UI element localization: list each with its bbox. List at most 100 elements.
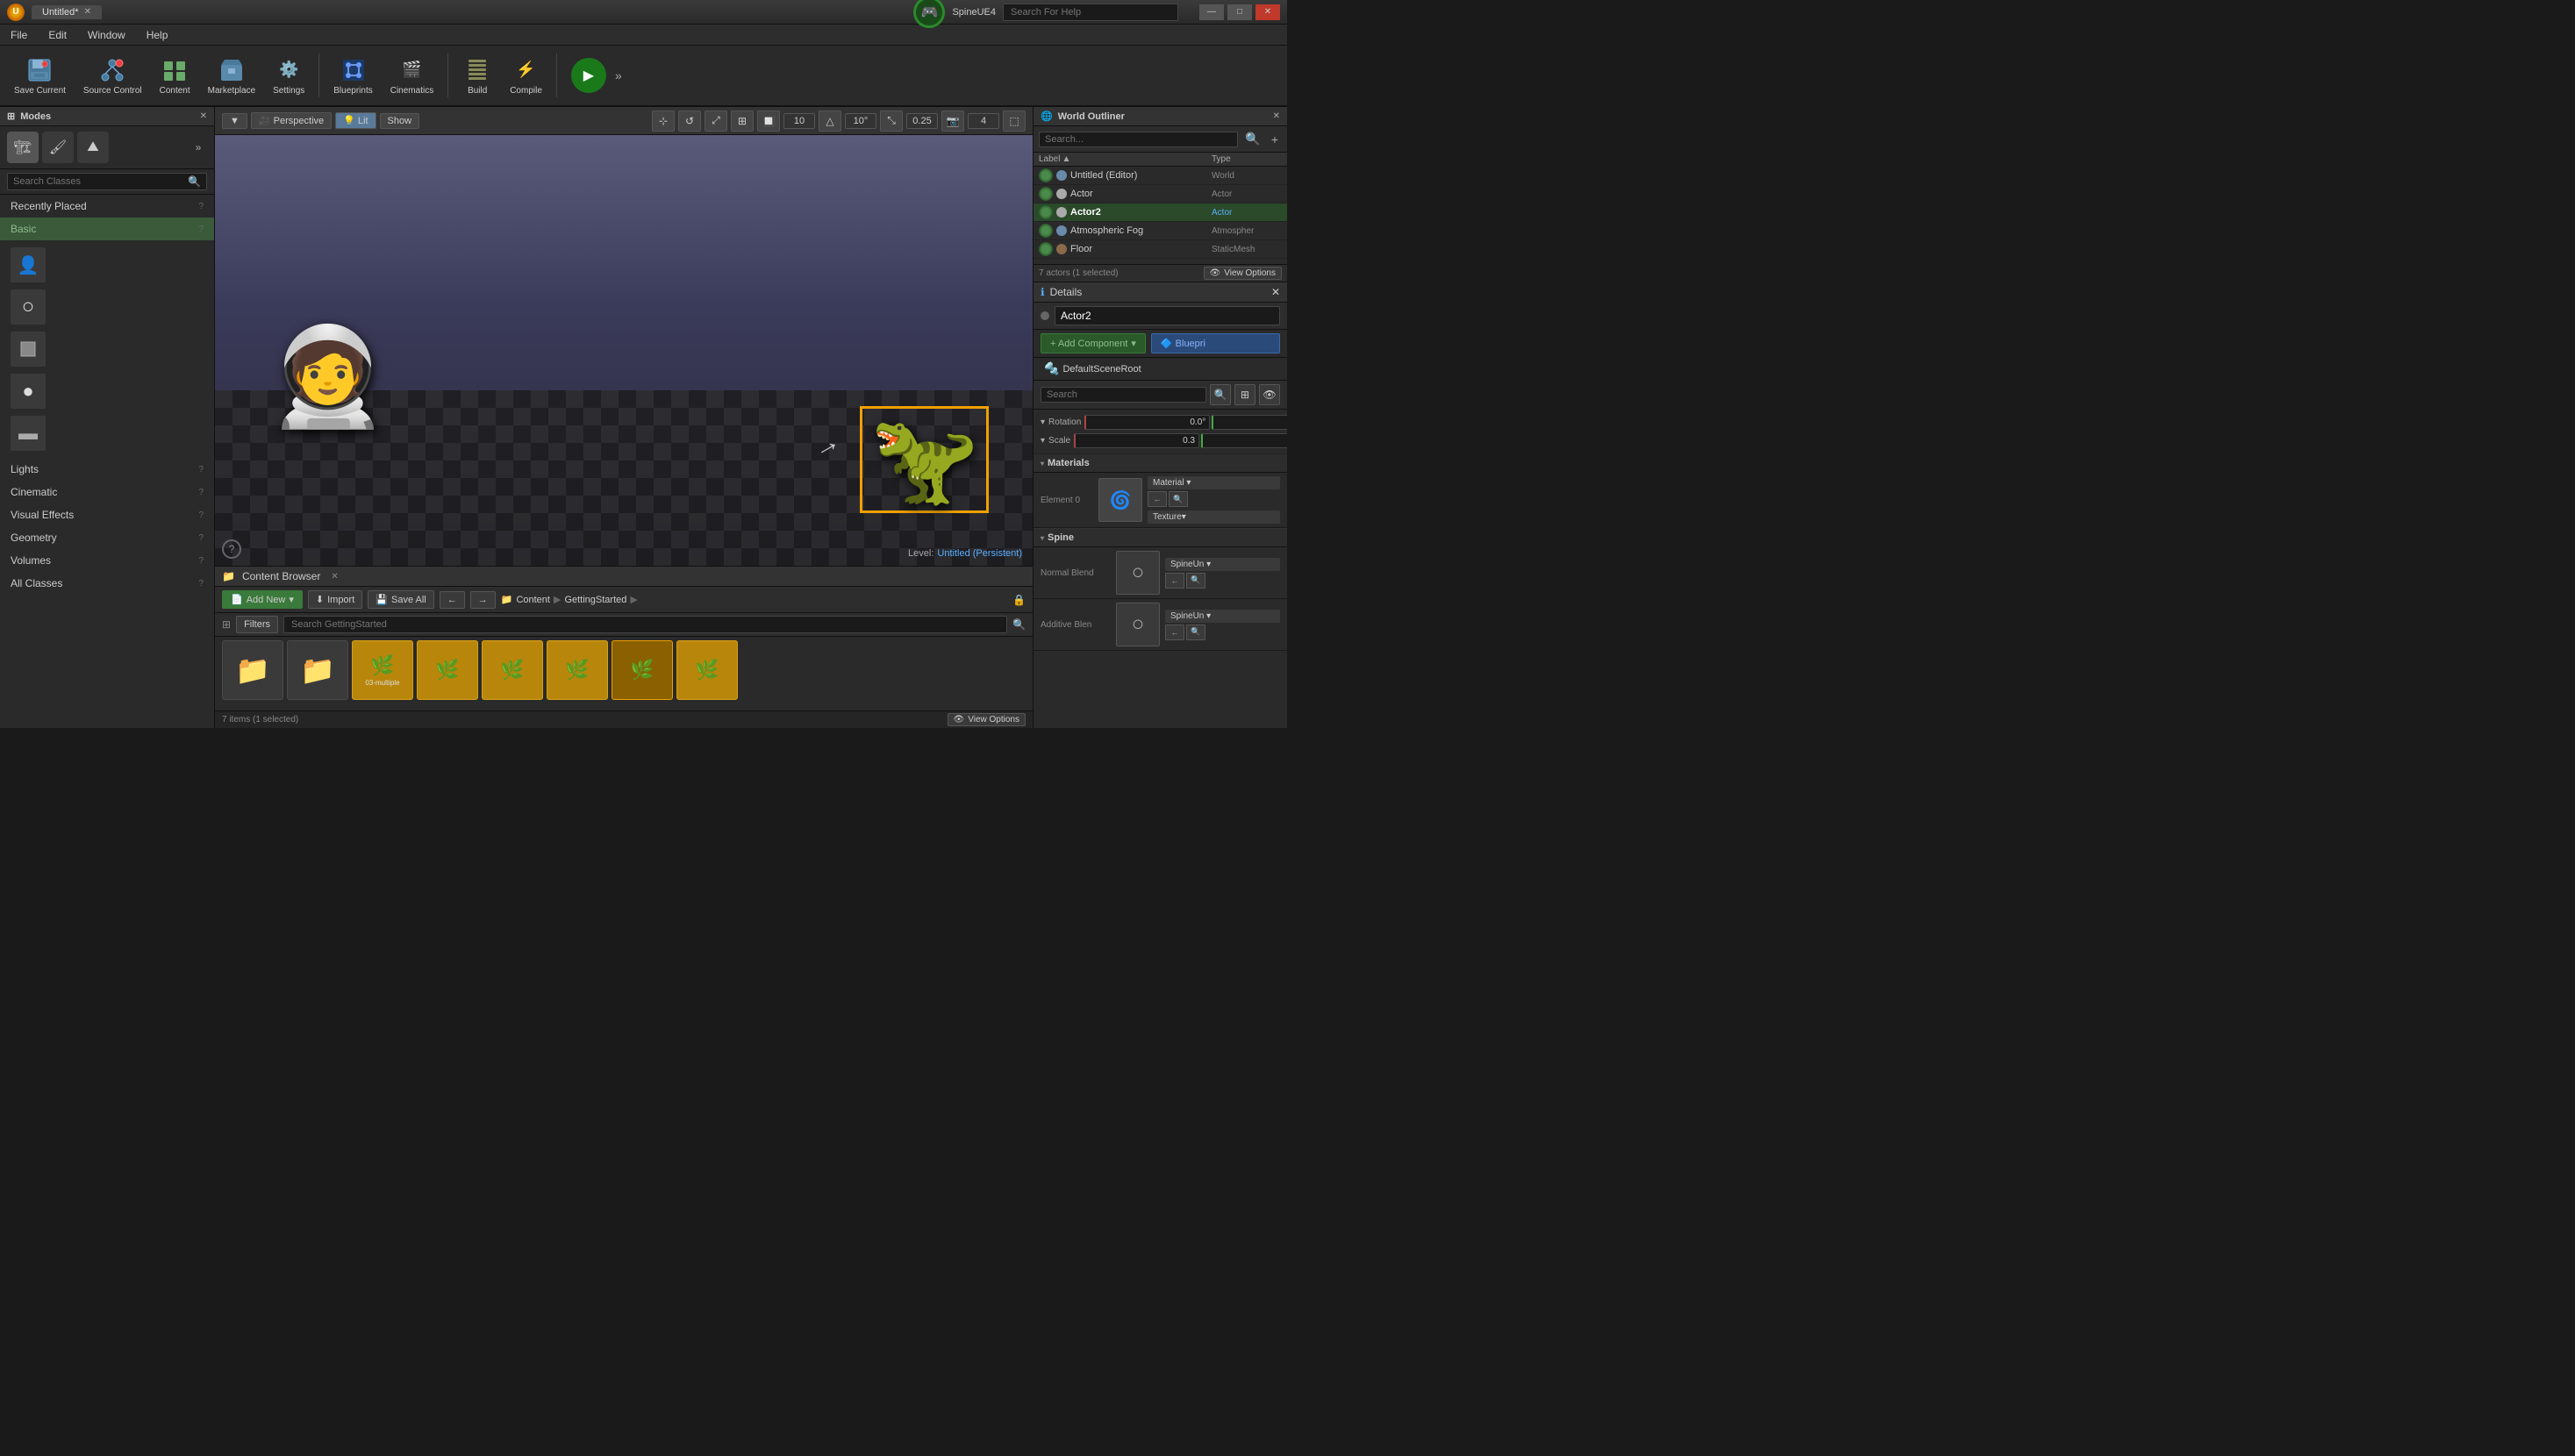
import-button[interactable]: ⬇ Import — [308, 590, 362, 609]
list-item[interactable]: ● — [7, 370, 207, 412]
spine-back-button-1[interactable]: ← — [1165, 573, 1184, 589]
category-volumes[interactable]: Volumes ? — [0, 549, 214, 572]
list-item[interactable]: 🌿 — [612, 640, 673, 700]
cb-view-options-button[interactable]: 👁 View Options — [948, 713, 1026, 726]
cinematic-help-icon[interactable]: ? — [198, 488, 204, 497]
details-grid-button[interactable]: ⊞ — [1234, 384, 1255, 405]
save-all-button[interactable]: 💾 Save All — [368, 590, 433, 609]
materials-section-header[interactable]: ▾ Materials — [1034, 454, 1287, 473]
recently-placed-help-icon[interactable]: ? — [198, 202, 204, 211]
lights-help-icon[interactable]: ? — [198, 465, 204, 475]
material-thumbnail[interactable]: 🌀 — [1098, 478, 1142, 522]
breadcrumb-getting-started[interactable]: GettingStarted — [564, 595, 626, 605]
mode-place-button[interactable]: 🏗 — [7, 132, 39, 163]
category-geometry[interactable]: Geometry ? — [0, 526, 214, 549]
outliner-add-button[interactable]: 🔍 — [1241, 130, 1263, 148]
camera-speed-toggle[interactable]: 📷 — [941, 111, 964, 132]
material-back-button[interactable]: ← — [1148, 491, 1167, 507]
visibility-icon[interactable] — [1039, 205, 1053, 219]
blueprints-button[interactable]: Blueprints — [326, 53, 379, 99]
actor-name-input[interactable] — [1055, 306, 1280, 325]
menu-help[interactable]: Help — [143, 27, 172, 43]
rotate-tool[interactable]: ↺ — [678, 111, 701, 132]
category-cinematic[interactable]: Cinematic ? — [0, 481, 214, 503]
angle-snap-toggle[interactable]: △ — [819, 111, 841, 132]
help-search-input[interactable] — [1003, 4, 1178, 21]
outliner-view-options-button[interactable]: 👁 View Options — [1204, 267, 1282, 280]
visibility-icon[interactable] — [1039, 224, 1053, 238]
visibility-icon[interactable] — [1039, 242, 1053, 256]
build-button[interactable]: Build — [455, 53, 499, 99]
rotation-y-field[interactable] — [1212, 415, 1287, 430]
add-new-button[interactable]: 📄 Add New ▾ — [222, 590, 303, 609]
perspective-dropdown[interactable]: 🎥 Perspective — [251, 112, 332, 129]
close-details-icon[interactable]: ✕ — [1271, 286, 1280, 298]
scale-x-field[interactable] — [1074, 433, 1199, 448]
geometry-help-icon[interactable]: ? — [198, 533, 204, 543]
basic-help-icon[interactable]: ? — [198, 225, 204, 234]
table-row[interactable]: Actor Actor — [1034, 185, 1287, 203]
list-item[interactable]: ▬ — [7, 412, 207, 454]
filters-dropdown[interactable]: Filters — [236, 616, 278, 633]
material-type-dropdown[interactable]: Material ▾ — [1148, 476, 1280, 489]
level-link[interactable]: Untitled (Persistent) — [937, 548, 1022, 559]
modes-expand-button[interactable]: » — [190, 132, 207, 163]
visibility-icon[interactable] — [1039, 187, 1053, 201]
spine-search-button-2[interactable]: 🔍 — [1186, 625, 1205, 640]
all-classes-help-icon[interactable]: ? — [198, 579, 204, 589]
minimize-button[interactable]: — — [1199, 4, 1224, 20]
scale-label[interactable]: ▾ Scale — [1041, 436, 1070, 446]
toolbar-more-button[interactable]: » — [610, 54, 627, 97]
outliner-col-label[interactable]: Label ▲ — [1039, 154, 1208, 164]
cinematics-button[interactable]: 🎬 Cinematics — [383, 53, 440, 99]
visual-effects-help-icon[interactable]: ? — [198, 510, 204, 520]
blueprint-button[interactable]: 🔷 Bluepri — [1151, 333, 1280, 353]
rotation-x-field[interactable] — [1084, 415, 1210, 430]
material-search-button[interactable]: 🔍 — [1169, 491, 1188, 507]
close-outliner-icon[interactable]: ✕ — [1273, 111, 1280, 121]
table-row[interactable]: Untitled (Editor) World — [1034, 167, 1287, 185]
spine-thumb-2[interactable]: ○ — [1116, 603, 1160, 646]
spine-thumb-1[interactable]: ○ — [1116, 551, 1160, 595]
profile-avatar[interactable]: 🎮 — [913, 0, 945, 28]
marketplace-button[interactable]: Marketplace — [201, 53, 262, 99]
outliner-search-input[interactable] — [1039, 132, 1238, 147]
spine-search-button-1[interactable]: 🔍 — [1186, 573, 1205, 589]
list-item[interactable]: 🌿 — [417, 640, 478, 700]
outliner-settings-button[interactable]: + — [1268, 131, 1282, 148]
translate-tool[interactable]: ⊹ — [652, 111, 675, 132]
details-search-icon[interactable]: 🔍 — [1210, 384, 1231, 405]
spine-type-dropdown-1[interactable]: SpineUn ▾ — [1165, 558, 1280, 571]
breadcrumb-content[interactable]: Content — [516, 595, 550, 605]
visibility-icon[interactable] — [1039, 168, 1053, 182]
spine-back-button-2[interactable]: ← — [1165, 625, 1184, 640]
outliner-col-type[interactable]: Type — [1212, 154, 1282, 164]
world-local-toggle[interactable]: ⊞ — [731, 111, 754, 132]
content-button[interactable]: Content — [153, 53, 197, 99]
maximize-viewport-button[interactable]: ⬚ — [1003, 111, 1026, 132]
viewport-canvas[interactable]: 🧑‍🚀 🦖 → ? Level: Untitled (Persistent) — [215, 135, 1033, 566]
close-cb-icon[interactable]: ✕ — [331, 572, 338, 582]
scale-snap-value[interactable]: 0.25 — [906, 113, 938, 129]
list-item[interactable]: 🌿 — [547, 640, 608, 700]
table-row[interactable]: Floor StaticMesh — [1034, 240, 1287, 259]
mode-paint-button[interactable]: 🖌 — [42, 132, 74, 163]
spine-type-dropdown-2[interactable]: SpineUn ▾ — [1165, 610, 1280, 623]
scale-y-field[interactable] — [1201, 433, 1287, 448]
title-tab[interactable]: Untitled* ✕ — [32, 5, 102, 19]
menu-window[interactable]: Window — [84, 27, 129, 43]
category-all-classes[interactable]: All Classes ? — [0, 572, 214, 595]
volumes-help-icon[interactable]: ? — [198, 556, 204, 566]
texture-type-dropdown[interactable]: Texture▾ — [1148, 510, 1280, 524]
add-component-button[interactable]: + Add Component ▾ — [1041, 333, 1146, 353]
details-eye-button[interactable]: 👁 — [1259, 384, 1280, 405]
settings-button[interactable]: ⚙️ Settings — [266, 53, 311, 99]
content-search-input[interactable] — [283, 616, 1007, 633]
list-item[interactable]: 🌿 03-multiple — [352, 640, 413, 700]
scale-snap-toggle[interactable]: ⤡ — [880, 111, 903, 132]
close-tab-icon[interactable]: ✕ — [84, 7, 91, 17]
category-lights[interactable]: Lights ? — [0, 458, 214, 481]
list-item[interactable]: 👤 — [7, 244, 207, 286]
close-modes-icon[interactable]: ✕ — [200, 111, 207, 121]
lit-button[interactable]: 💡 Lit — [335, 112, 376, 129]
